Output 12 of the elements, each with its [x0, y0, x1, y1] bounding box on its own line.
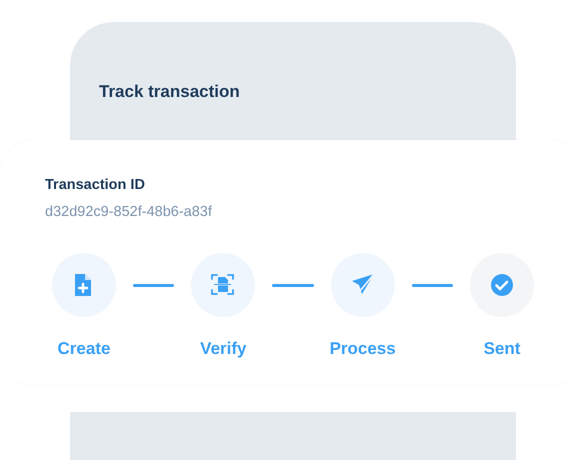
check-circle-icon	[490, 272, 514, 297]
connector-line	[412, 284, 453, 287]
step-label: Verify	[200, 338, 246, 360]
step-label: Process	[330, 338, 396, 360]
connector-line	[272, 284, 314, 287]
page-title: Track transaction	[99, 82, 241, 102]
step-label: Create	[58, 338, 110, 360]
document-scan-icon	[211, 272, 236, 297]
field-label: Transaction ID	[45, 177, 146, 194]
connector-line	[133, 284, 174, 287]
transaction-id: d32d92c9-852f-48b6-a83f	[45, 204, 213, 222]
step-label: Sent	[484, 338, 520, 360]
